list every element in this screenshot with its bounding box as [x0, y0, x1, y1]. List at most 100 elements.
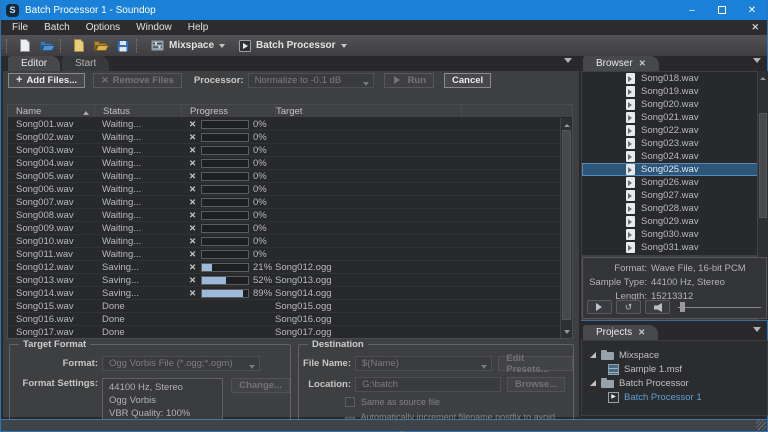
column-header-status[interactable]: Status: [94, 105, 181, 117]
open-project-button[interactable]: [90, 37, 112, 55]
list-item[interactable]: Song022.wav: [582, 124, 767, 137]
change-button[interactable]: Change...: [231, 378, 290, 393]
list-item[interactable]: Song018.wav: [582, 72, 767, 85]
table-scrollbar[interactable]: [560, 118, 572, 338]
list-item[interactable]: Song030.wav: [582, 228, 767, 241]
loop-button[interactable]: ↺: [616, 300, 641, 314]
document-close-icon[interactable]: ✕: [743, 22, 767, 33]
mixspace-dropdown-button[interactable]: Mixspace: [144, 37, 232, 55]
open-file-button[interactable]: [36, 37, 58, 55]
location-input[interactable]: G:\batch: [355, 377, 501, 392]
menu-window[interactable]: Window: [128, 22, 180, 33]
resize-grip[interactable]: [756, 420, 766, 430]
list-item[interactable]: Song020.wav: [582, 98, 767, 111]
expand-triangle-icon[interactable]: [590, 380, 596, 386]
table-row[interactable]: Song010.wavWaiting...✕0%: [8, 235, 560, 248]
tree-item[interactable]: ▶Batch Processor 1: [582, 390, 767, 404]
column-header-target[interactable]: Target: [275, 105, 461, 117]
table-row[interactable]: Song008.wavWaiting...✕0%: [8, 209, 560, 222]
tab-close-icon[interactable]: ✕: [639, 58, 646, 69]
list-item[interactable]: Song025.wav: [582, 163, 767, 176]
panel-menu-icon[interactable]: [753, 327, 761, 336]
cancel-row-icon[interactable]: ✕: [189, 288, 199, 299]
table-row[interactable]: Song014.wavSaving...✕89%Song014.ogg: [8, 287, 560, 300]
list-item[interactable]: Song019.wav: [582, 85, 767, 98]
scrollbar-thumb[interactable]: [562, 130, 571, 320]
new-project-button[interactable]: [68, 37, 90, 55]
table-row[interactable]: Song012.wavSaving...✕21%Song012.ogg: [8, 261, 560, 274]
table-row[interactable]: Song017.wavDoneSong017.ogg: [8, 326, 560, 338]
table-row[interactable]: Song001.wavWaiting...✕0%: [8, 118, 560, 131]
scroll-down-icon[interactable]: [561, 327, 572, 337]
column-header-progress[interactable]: Progress: [181, 105, 275, 117]
cancel-row-icon[interactable]: ✕: [189, 262, 199, 273]
list-item[interactable]: Song029.wav: [582, 215, 767, 228]
add-files-button[interactable]: +Add Files...: [8, 73, 85, 88]
tree-item[interactable]: Mixspace: [582, 348, 767, 362]
toolbar-grip[interactable]: [60, 39, 64, 53]
table-row[interactable]: Song011.wavWaiting...✕0%: [8, 248, 560, 261]
processor-select[interactable]: Normalize to -0.1 dB: [248, 73, 374, 88]
table-row[interactable]: Song006.wavWaiting...✕0%: [8, 183, 560, 196]
edit-presets-button[interactable]: Edit Presets...: [498, 356, 573, 371]
panel-menu-icon[interactable]: [564, 58, 572, 67]
cancel-row-icon[interactable]: ✕: [189, 249, 199, 260]
list-item[interactable]: Song031.wav: [582, 241, 767, 254]
slider-thumb[interactable]: [680, 302, 685, 312]
scrollbar-thumb[interactable]: [759, 113, 767, 218]
cancel-row-icon[interactable]: ✕: [189, 184, 199, 195]
cancel-row-icon[interactable]: ✕: [189, 132, 199, 143]
scroll-up-icon[interactable]: [758, 72, 768, 82]
list-item[interactable]: Song024.wav: [582, 150, 767, 163]
list-item[interactable]: Song027.wav: [582, 189, 767, 202]
cancel-row-icon[interactable]: ✕: [189, 210, 199, 221]
tab-browser[interactable]: Browser✕: [583, 56, 659, 71]
play-preview-button[interactable]: [587, 300, 612, 314]
list-item[interactable]: Song023.wav: [582, 137, 767, 150]
tree-item[interactable]: Batch Processor: [582, 376, 767, 390]
run-button[interactable]: Run: [384, 73, 434, 88]
table-row[interactable]: Song015.wavDoneSong015.ogg: [8, 300, 560, 313]
file-name-select[interactable]: $(Name): [355, 356, 492, 371]
menu-batch[interactable]: Batch: [36, 22, 78, 33]
remove-files-button[interactable]: ✕Remove Files: [93, 73, 182, 88]
minimize-button[interactable]: –: [677, 0, 707, 20]
cancel-row-icon[interactable]: ✕: [189, 275, 199, 286]
cancel-row-icon[interactable]: ✕: [189, 158, 199, 169]
browse-button[interactable]: Browse...: [507, 377, 565, 392]
same-as-source-checkbox[interactable]: [345, 397, 355, 407]
table-row[interactable]: Song002.wavWaiting...✕0%: [8, 131, 560, 144]
table-row[interactable]: Song009.wavWaiting...✕0%: [8, 222, 560, 235]
batch-processor-dropdown-button[interactable]: Batch Processor: [232, 37, 353, 55]
tab-close-icon[interactable]: ✕: [638, 327, 645, 338]
cancel-row-icon[interactable]: ✕: [189, 197, 199, 208]
menu-options[interactable]: Options: [78, 22, 128, 33]
speaker-button[interactable]: [645, 300, 670, 314]
cancel-row-icon[interactable]: ✕: [189, 119, 199, 130]
tree-item[interactable]: Sample 1.msf: [582, 362, 767, 376]
list-item[interactable]: Song026.wav: [582, 176, 767, 189]
toolbar-grip[interactable]: [6, 39, 10, 53]
tab-projects[interactable]: Projects✕: [583, 325, 658, 340]
menu-help[interactable]: Help: [180, 22, 217, 33]
cancel-row-icon[interactable]: ✕: [189, 145, 199, 156]
menu-file[interactable]: File: [4, 22, 36, 33]
maximize-button[interactable]: [707, 0, 737, 20]
tab-start[interactable]: Start: [62, 56, 109, 71]
cancel-row-icon[interactable]: ✕: [189, 223, 199, 234]
table-row[interactable]: Song005.wavWaiting...✕0%: [8, 170, 560, 183]
list-item[interactable]: Song021.wav: [582, 111, 767, 124]
cancel-button[interactable]: Cancel: [444, 73, 491, 88]
new-file-button[interactable]: [14, 37, 36, 55]
format-select[interactable]: Ogg Vorbis File (*.ogg;*.ogm): [102, 356, 260, 371]
scroll-up-icon[interactable]: [561, 119, 572, 129]
cancel-row-icon[interactable]: ✕: [189, 171, 199, 182]
table-row[interactable]: Song013.wavSaving...✕52%Song013.ogg: [8, 274, 560, 287]
close-button[interactable]: ✕: [737, 0, 767, 20]
panel-menu-icon[interactable]: [753, 58, 761, 67]
table-row[interactable]: Song003.wavWaiting...✕0%: [8, 144, 560, 157]
expand-triangle-icon[interactable]: [590, 352, 596, 358]
table-row[interactable]: Song007.wavWaiting...✕0%: [8, 196, 560, 209]
table-row[interactable]: Song004.wavWaiting...✕0%: [8, 157, 560, 170]
column-header-name[interactable]: Name: [8, 105, 94, 117]
